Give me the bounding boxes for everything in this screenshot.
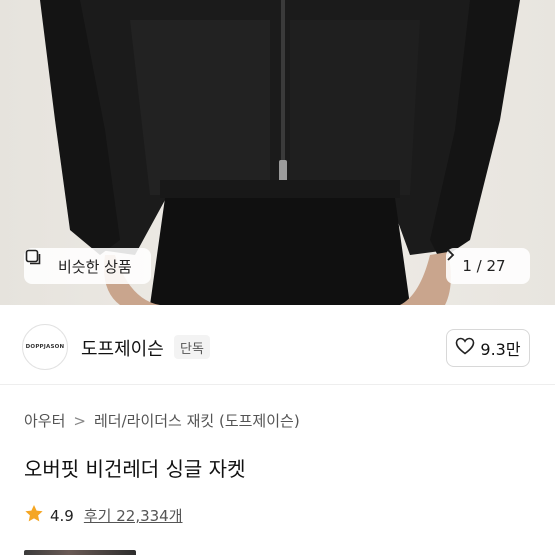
image-counter[interactable]: 1 / 27	[446, 248, 530, 284]
brand-logo[interactable]: DOPPJASON	[22, 324, 68, 370]
image-counter-text: 1 / 27	[462, 257, 506, 275]
review-count-link[interactable]: 후기 22,334개	[84, 505, 183, 526]
exclusive-badge: 단독	[174, 335, 210, 359]
breadcrumb-item-outer[interactable]: 아우터	[24, 410, 65, 431]
star-icon	[24, 504, 44, 527]
breadcrumb: 아우터 > 레더/라이더스 재킷 (도프제이슨)	[24, 410, 300, 431]
next-section-thumbnail	[24, 550, 136, 555]
rating-value: 4.9	[50, 506, 74, 525]
brand-logo-text: DOPPJASON	[25, 344, 65, 350]
heart-icon	[455, 337, 475, 359]
rating-row: 4.9 후기 22,334개	[24, 504, 183, 527]
product-title: 오버핏 비건레더 싱글 자켓	[24, 457, 246, 481]
similar-items-icon	[25, 249, 52, 275]
breadcrumb-item-leather[interactable]: 레더/라이더스 재킷 (도프제이슨)	[94, 410, 300, 431]
product-image[interactable]: 비슷한 상품 1 / 27	[0, 0, 555, 305]
brand-name[interactable]: 도프제이슨	[81, 335, 164, 361]
similar-items-button[interactable]: 비슷한 상품	[24, 248, 151, 284]
breadcrumb-separator: >	[73, 411, 86, 430]
like-button[interactable]: 9.3만	[446, 329, 530, 367]
brand-row: DOPPJASON 도프제이슨 단독 9.3만	[0, 305, 555, 385]
similar-items-label: 비슷한 상품	[58, 257, 132, 276]
like-count: 9.3만	[480, 340, 521, 359]
